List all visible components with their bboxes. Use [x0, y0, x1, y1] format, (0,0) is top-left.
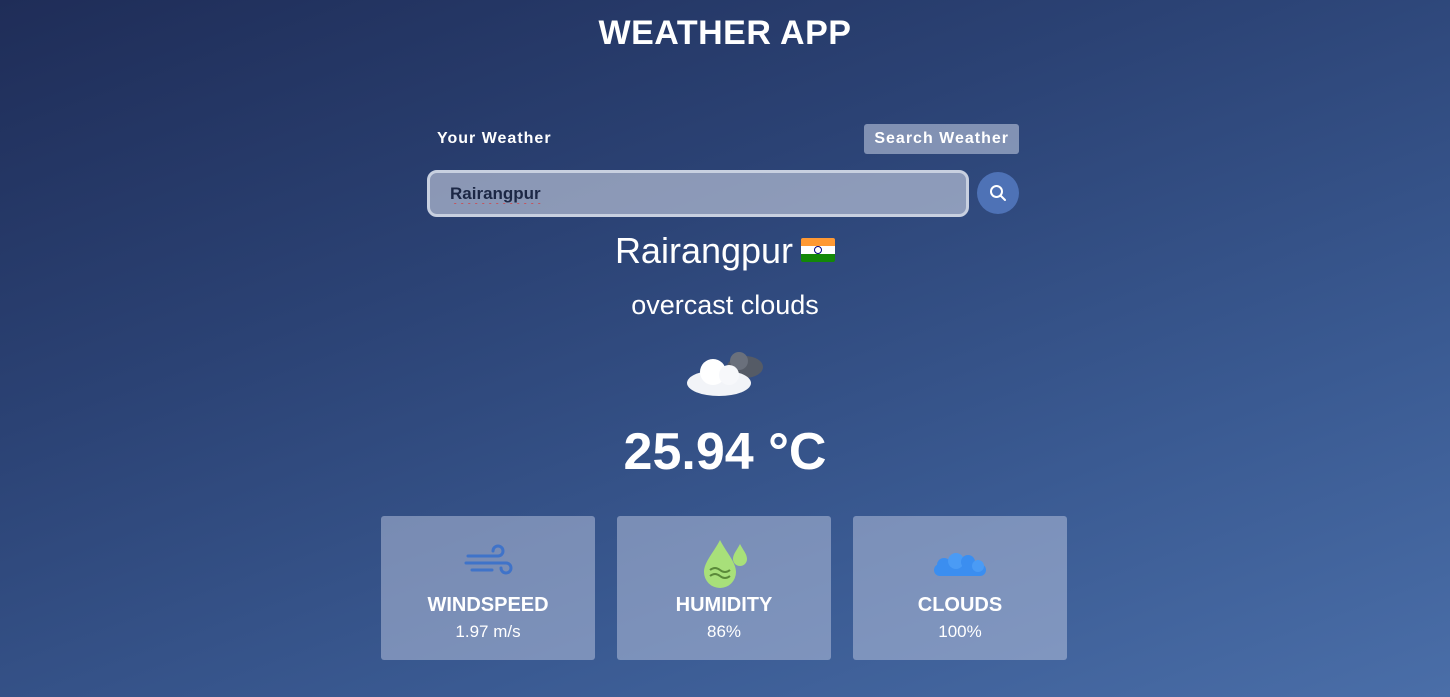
windspeed-card: WINDSPEED 1.97 m/s — [381, 516, 595, 660]
app-title: WEATHER APP — [598, 14, 852, 52]
windspeed-label: WINDSPEED — [427, 594, 549, 616]
cloud-icon — [934, 553, 986, 576]
weather-description: overcast clouds — [631, 290, 819, 320]
tab-your-weather[interactable]: Your Weather — [427, 124, 562, 154]
humidity-card: HUMIDITY 86% — [617, 516, 831, 660]
tab-search-weather[interactable]: Search Weather — [864, 124, 1019, 154]
city-name: Rairangpur — [614, 230, 794, 271]
tab-bar: Your Weather Search Weather — [427, 124, 1019, 154]
clouds-card: CLOUDS 100% — [853, 516, 1067, 660]
search-input[interactable] — [430, 173, 966, 214]
humidity-value: 86% — [706, 622, 742, 641]
city-heading: Rairangpur — [0, 230, 1450, 272]
search-icon — [990, 185, 1006, 201]
search-box — [427, 170, 969, 217]
india-flag-icon — [801, 238, 836, 263]
clouds-value: 100% — [938, 622, 982, 641]
windspeed-value: 1.97 m/s — [455, 622, 521, 641]
humidity-label: HUMIDITY — [675, 594, 773, 616]
humidity-icon — [704, 540, 747, 588]
wind-icon — [464, 544, 513, 575]
clouds-label: CLOUDS — [917, 594, 1003, 616]
temperature: 25.94 °C — [623, 423, 827, 481]
search-button[interactable] — [977, 172, 1019, 214]
overcast-clouds-icon — [687, 352, 763, 396]
